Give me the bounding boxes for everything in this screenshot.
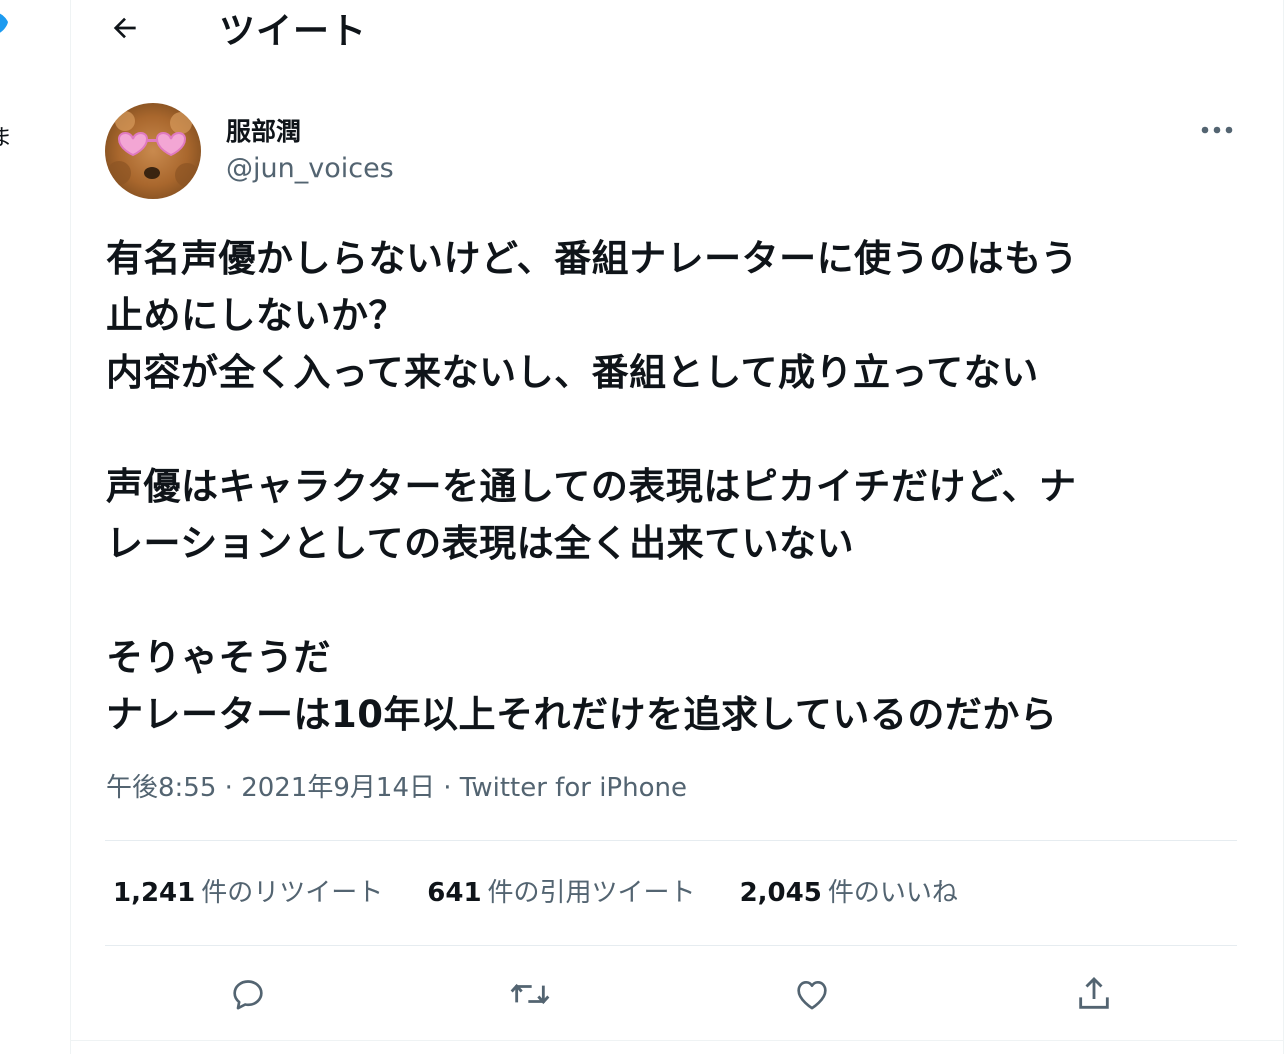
engagement-stats: 1,241 件のリツイート 641 件の引用ツイート 2,045 件のいいね — [113, 872, 958, 909]
retweets-stat[interactable]: 1,241 件のリツイート — [113, 872, 383, 909]
tweet-time-link[interactable]: 午後8:55 · 2021年9月14日 — [106, 773, 435, 803]
sidebar-text-fragment: ま — [0, 126, 13, 151]
avatar-image — [105, 103, 201, 199]
divider — [105, 945, 1237, 946]
heart-icon — [797, 981, 827, 1010]
reply-button[interactable] — [224, 970, 272, 1018]
quotes-stat[interactable]: 641 件の引用ツイート — [427, 872, 695, 909]
left-sidebar-fragment: ま 。 — [0, 0, 70, 1054]
author-handle[interactable]: @jun_voices — [226, 153, 394, 184]
likes-label: 件のいいね — [827, 878, 958, 908]
tweet-meta: 午後8:55 · 2021年9月14日 · Twitter for iPhone — [106, 767, 687, 804]
tweet-text: 有名声優かしらないけど、番組ナレーターに使うのはもう 止めにしないか？ 内容が全… — [106, 237, 1079, 736]
retweet-icon — [510, 983, 550, 1005]
tweet-detail-column: ツイート 服部潤 @jun_voices 有名声優かしらないけど、番組ナレーター… — [70, 0, 1284, 1054]
tweet-date: 2021年9月14日 — [241, 773, 435, 803]
sidebar-text-fragment: 。 — [0, 222, 14, 254]
quotes-label: 件の引用ツイート — [487, 878, 696, 908]
author-display-name[interactable]: 服部潤 — [226, 112, 301, 148]
meta-separator: · — [216, 773, 242, 803]
back-button[interactable] — [103, 6, 147, 50]
tweet-actions — [105, 962, 1237, 1026]
tweet-source-link[interactable]: Twitter for iPhone — [460, 773, 687, 803]
more-options-button[interactable] — [1197, 116, 1237, 144]
twitter-bird-icon[interactable] — [0, 4, 10, 38]
meta-separator: · — [434, 773, 460, 803]
arrow-left-icon — [113, 17, 136, 39]
quotes-count: 641 — [427, 878, 482, 908]
likes-count: 2,045 — [739, 878, 822, 908]
divider — [71, 1040, 1283, 1041]
divider — [105, 840, 1237, 841]
page-header: ツイート — [71, 0, 1283, 56]
likes-stat[interactable]: 2,045 件のいいね — [740, 872, 958, 909]
avatar[interactable] — [105, 103, 201, 199]
reply-icon — [233, 980, 263, 1010]
page-title: ツイート — [219, 11, 368, 52]
share-button[interactable] — [1070, 970, 1118, 1018]
retweets-count: 1,241 — [113, 878, 196, 908]
retweet-button[interactable] — [506, 970, 554, 1018]
share-icon — [1079, 976, 1109, 1009]
tweet-time: 午後8:55 — [106, 773, 217, 803]
like-button[interactable] — [788, 970, 836, 1018]
more-horizontal-icon — [1201, 126, 1233, 134]
retweets-label: 件のリツイート — [201, 878, 384, 908]
